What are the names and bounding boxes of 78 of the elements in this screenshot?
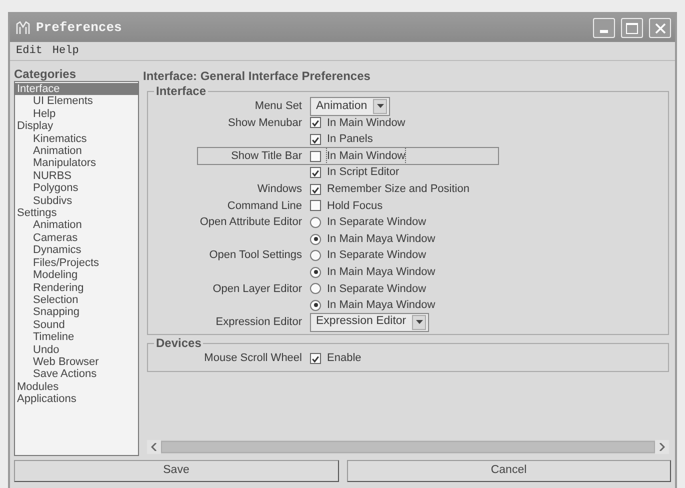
category-item[interactable]: Settings: [15, 207, 138, 220]
checkbox-option[interactable]: In Main Window: [310, 148, 406, 164]
dialog-button[interactable]: Save: [14, 460, 338, 482]
setting-label: Mouse Scroll Wheel: [203, 351, 303, 366]
close-button[interactable]: [649, 18, 671, 38]
radio-option[interactable]: In Separate Window: [310, 280, 426, 298]
panel-title: Interface: General Interface Preferences: [143, 68, 372, 83]
category-item[interactable]: Display: [15, 120, 138, 133]
category-item[interactable]: Subdivs: [15, 194, 138, 208]
maximize-button[interactable]: [621, 18, 643, 38]
category-item[interactable]: Applications: [15, 393, 138, 406]
horizontal-scrollbar[interactable]: [147, 440, 669, 454]
minimize-button[interactable]: [593, 18, 615, 38]
radio-option[interactable]: In Separate Window: [310, 214, 426, 231]
group-title: Devices: [154, 336, 204, 350]
category-item[interactable]: UI Elements: [15, 95, 138, 108]
category-item[interactable]: Animation: [15, 145, 138, 158]
radio-option[interactable]: In Main Maya Window: [310, 297, 436, 314]
check-icon: [311, 354, 320, 366]
category-item[interactable]: Rendering: [15, 282, 138, 294]
category-item[interactable]: Selection: [15, 294, 138, 306]
checkbox-option[interactable]: Enable: [310, 350, 362, 367]
checkbox-option[interactable]: Remember Size and Position: [310, 181, 470, 198]
check-icon: [311, 118, 320, 130]
category-item[interactable]: NURBS: [15, 170, 138, 182]
category-item[interactable]: Help: [15, 108, 138, 120]
group-title: Interface: [154, 84, 208, 98]
category-item[interactable]: Modeling: [15, 269, 138, 282]
checkbox-option[interactable]: In Main Window: [310, 114, 406, 132]
check-icon: [311, 134, 320, 146]
category-item[interactable]: Modules: [15, 380, 138, 394]
checkbox-option[interactable]: In Panels: [310, 131, 373, 148]
category-item[interactable]: Files/Projects: [15, 256, 138, 270]
category-item[interactable]: Interface: [15, 83, 138, 96]
category-item[interactable]: Sound: [15, 318, 138, 332]
window-title: Preferences: [36, 19, 122, 38]
dropdown[interactable]: Animation: [310, 96, 390, 116]
category-item[interactable]: Kinematics: [15, 132, 138, 146]
category-item[interactable]: Polygons: [15, 182, 138, 195]
scroll-thumb[interactable]: [161, 441, 655, 453]
check-icon: [311, 168, 320, 180]
category-item[interactable]: Timeline: [15, 331, 138, 344]
setting-label: Menu Set: [254, 99, 303, 114]
caret-icon: [376, 104, 384, 108]
radio-option[interactable]: In Main Maya Window: [310, 264, 436, 280]
setting-label: Open Tool Settings: [208, 248, 303, 264]
app-logo-icon: [16, 21, 30, 35]
category-item[interactable]: Animation: [15, 219, 138, 232]
caret-icon: [416, 320, 423, 324]
dropdown[interactable]: Expression Editor: [310, 312, 430, 332]
category-item[interactable]: Dynamics: [15, 244, 138, 257]
checkbox-option[interactable]: Hold Focus: [310, 198, 383, 214]
checkbox-option[interactable]: In Script Editor: [310, 164, 400, 181]
check-icon: [311, 184, 320, 196]
categories-heading: Categories: [14, 67, 78, 81]
setting-label: Expression Editor: [214, 314, 303, 330]
setting-label: Windows: [256, 182, 303, 198]
menu-item[interactable]: Help: [52, 43, 79, 59]
close-icon: [654, 22, 666, 34]
category-item[interactable]: Manipulators: [15, 157, 138, 170]
setting-label: Show Menubar: [227, 116, 303, 131]
minimize-icon: [600, 30, 608, 33]
setting-label: Open Attribute Editor: [198, 215, 303, 230]
category-item[interactable]: Web Browser: [15, 356, 138, 368]
category-item[interactable]: Snapping: [15, 306, 138, 319]
radio-option[interactable]: In Main Maya Window: [310, 230, 436, 248]
setting-label: Show Title Bar: [230, 148, 303, 164]
category-item[interactable]: Undo: [15, 344, 138, 356]
category-item[interactable]: Save Actions: [15, 368, 138, 381]
scroll-right-button[interactable]: [655, 440, 669, 454]
category-item[interactable]: Cameras: [15, 232, 138, 244]
dialog-button[interactable]: Cancel: [346, 460, 671, 482]
setting-label: Open Layer Editor: [212, 282, 303, 297]
menu-item[interactable]: Edit: [16, 43, 42, 59]
setting-label: Command Line: [226, 198, 303, 214]
radio-option[interactable]: In Separate Window: [310, 247, 426, 264]
scroll-left-button[interactable]: [147, 440, 161, 454]
maximize-icon: [626, 22, 638, 34]
